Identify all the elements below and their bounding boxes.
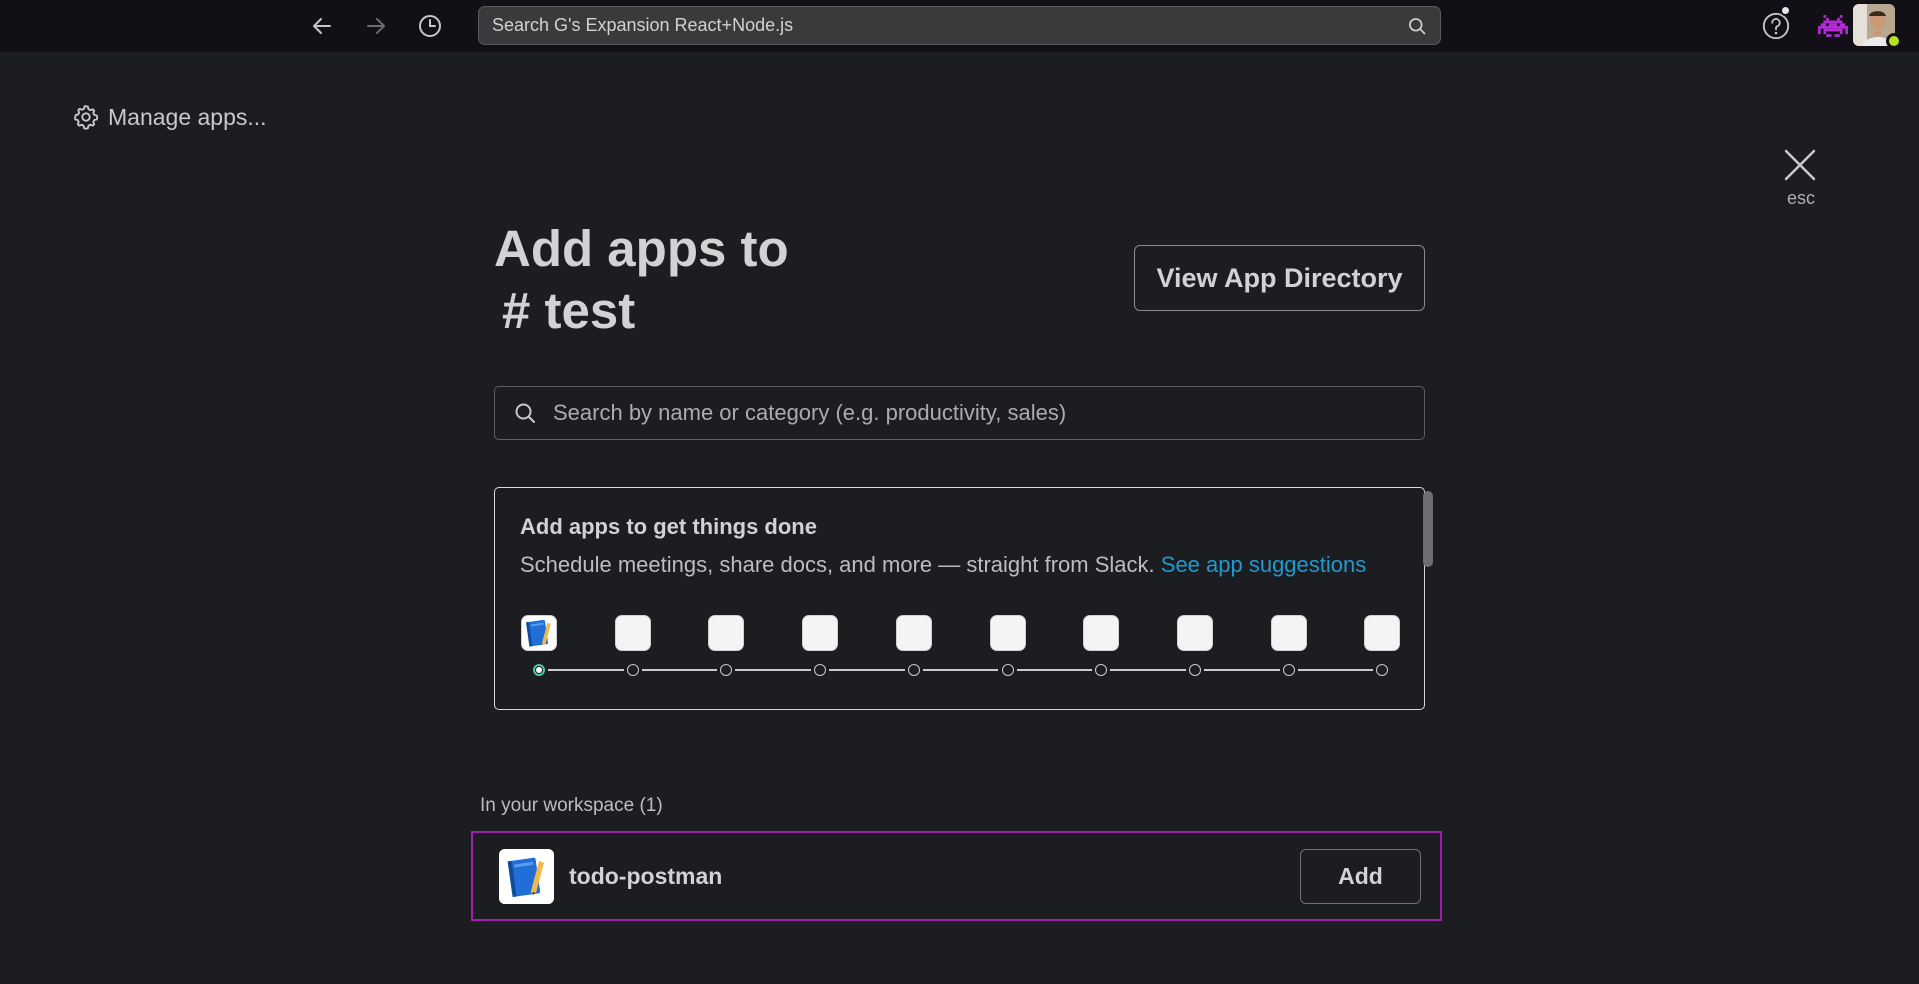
space-invader-icon[interactable] <box>1818 11 1848 41</box>
forward-button[interactable] <box>360 10 392 42</box>
carousel-dot[interactable] <box>626 664 639 676</box>
notification-dot <box>1780 5 1791 16</box>
clock-icon <box>419 15 441 37</box>
suggestions-title: Add apps to get things done <box>520 514 817 539</box>
suggestion-tile[interactable] <box>989 615 1026 651</box>
notebook-icon <box>499 849 554 904</box>
carousel-dot[interactable] <box>814 664 827 676</box>
suggestion-tile[interactable] <box>521 615 557 651</box>
search-icon <box>515 403 535 423</box>
app-search-input[interactable]: Search by name or category (e.g. product… <box>494 386 1425 440</box>
channel-name: # test <box>502 282 636 339</box>
page-title-line1: Add apps to <box>494 220 789 277</box>
suggestion-tile[interactable] <box>1083 615 1120 651</box>
suggestions-description-text: Schedule meetings, share docs, and more … <box>520 552 1155 577</box>
carousel-track <box>1203 669 1280 671</box>
carousel-track <box>641 669 718 671</box>
suggestion-tile[interactable] <box>802 615 839 651</box>
page-title: Add apps to # test <box>494 218 789 342</box>
carousel-dot[interactable] <box>1188 664 1201 676</box>
workspace-search-input[interactable]: Search G's Expansion React+Node.js <box>478 6 1441 45</box>
manage-apps-label: Manage apps... <box>108 103 267 130</box>
carousel-track <box>1110 669 1186 671</box>
back-button[interactable] <box>306 10 338 42</box>
carousel-track <box>735 669 812 671</box>
carousel-track <box>1297 669 1374 671</box>
presence-indicator <box>1886 33 1902 49</box>
arrow-right-icon <box>367 18 385 34</box>
suggestion-tile[interactable] <box>1176 615 1213 651</box>
carousel-track <box>829 669 905 671</box>
carousel-dot[interactable] <box>1282 664 1295 676</box>
suggestion-tile[interactable] <box>708 615 745 651</box>
add-app-button[interactable]: Add <box>1300 849 1421 904</box>
workspace-search-placeholder: Search G's Expansion React+Node.js <box>492 15 794 35</box>
carousel-dot[interactable] <box>907 664 920 676</box>
close-icon[interactable] <box>1780 145 1820 185</box>
app-icon <box>499 849 554 904</box>
see-app-suggestions-link[interactable]: See app suggestions <box>1161 552 1367 577</box>
carousel-track <box>548 669 624 671</box>
app-name: todo-postman <box>569 863 723 889</box>
carousel-dot[interactable] <box>533 664 545 676</box>
suggestion-tile[interactable] <box>1364 615 1401 651</box>
app-search-placeholder: Search by name or category (e.g. product… <box>553 400 1067 425</box>
search-icon <box>1409 17 1426 34</box>
arrow-left-icon <box>313 18 331 34</box>
close-hint: esc <box>1786 188 1815 208</box>
gear-icon <box>74 105 99 130</box>
suggestion-tile[interactable] <box>895 615 932 651</box>
carousel-track <box>1016 669 1093 671</box>
carousel-track <box>922 669 999 671</box>
suggestion-tile[interactable] <box>1270 615 1307 651</box>
suggestions-description: Schedule meetings, share docs, and more … <box>520 552 1366 578</box>
panel-scrollbar[interactable] <box>1423 491 1433 567</box>
carousel-dot[interactable] <box>1001 664 1014 676</box>
workspace-section-label: In your workspace (1) <box>480 795 663 816</box>
history-button[interactable] <box>414 10 446 42</box>
view-app-directory-button[interactable]: View App Directory <box>1134 245 1425 311</box>
manage-apps-link[interactable]: Manage apps... <box>72 103 267 131</box>
suggestion-tile[interactable] <box>614 615 651 651</box>
